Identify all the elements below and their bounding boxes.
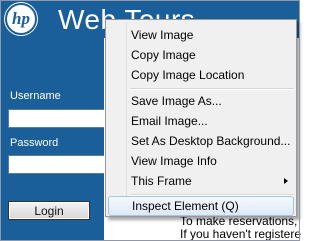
context-menu: View Image Copy Image Copy Image Locatio… xyxy=(105,19,297,217)
menu-item-copy-image-location[interactable]: Copy Image Location xyxy=(106,65,296,85)
password-label: Password xyxy=(10,137,59,149)
menu-item-label: This Frame xyxy=(131,174,192,188)
menu-item-label: Set As Desktop Background... xyxy=(131,134,291,148)
menu-item-label: Inspect Element (Q) xyxy=(132,199,239,213)
menu-item-label: Save Image As... xyxy=(131,94,222,108)
username-label: Username xyxy=(10,90,61,102)
hp-logo-text: hp xyxy=(12,9,30,28)
menu-item-label: Copy Image xyxy=(131,48,196,62)
menu-separator xyxy=(130,88,294,90)
menu-item-this-frame[interactable]: This Frame xyxy=(106,171,296,191)
menu-item-view-image-info[interactable]: View Image Info xyxy=(106,151,296,171)
menu-item-copy-image[interactable]: Copy Image xyxy=(106,45,296,65)
menu-item-label: Copy Image Location xyxy=(131,68,245,82)
menu-item-set-desktop-background[interactable]: Set As Desktop Background... xyxy=(106,131,296,151)
menu-item-save-image-as[interactable]: Save Image As... xyxy=(106,91,296,111)
password-input[interactable] xyxy=(8,155,108,174)
menu-item-inspect-element[interactable]: Inspect Element (Q) xyxy=(108,196,294,216)
content-line-2: If you haven't registere xyxy=(180,227,302,241)
menu-item-email-image[interactable]: Email Image... xyxy=(106,111,296,131)
menu-item-label: Email Image... xyxy=(131,114,208,128)
menu-item-label: View Image xyxy=(131,28,194,42)
hp-logo: hp xyxy=(5,3,37,35)
menu-item-label: View Image Info xyxy=(131,154,217,168)
menu-item-view-image[interactable]: View Image xyxy=(106,25,296,45)
submenu-arrow-icon xyxy=(284,178,288,184)
username-input[interactable] xyxy=(8,109,108,128)
login-button[interactable]: Login xyxy=(8,201,90,220)
